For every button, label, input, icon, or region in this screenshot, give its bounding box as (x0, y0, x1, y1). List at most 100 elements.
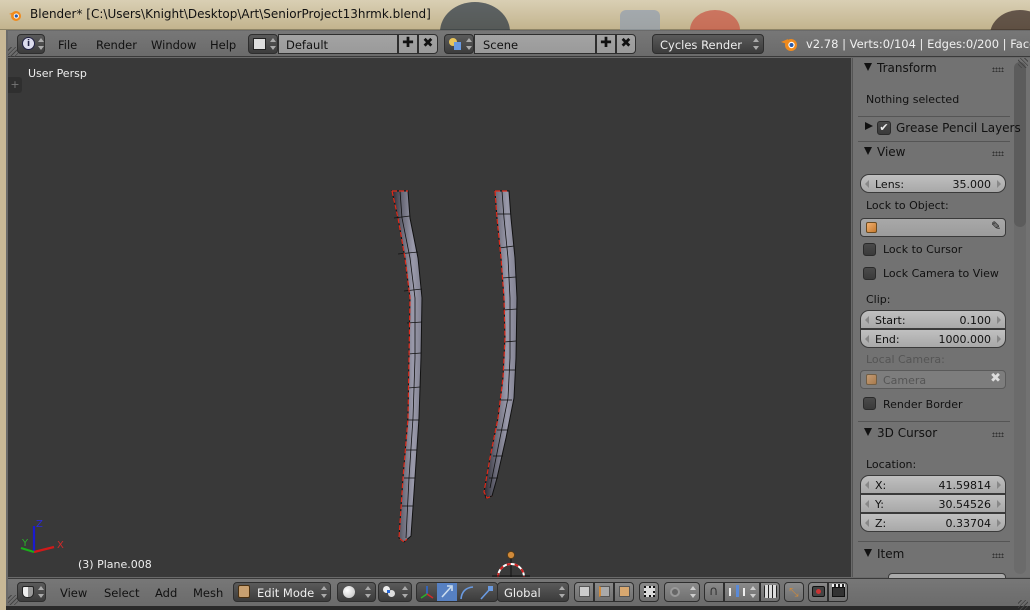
add-screen-button[interactable]: ✚ (398, 34, 418, 54)
panel-header-view[interactable]: View (856, 145, 1010, 167)
increment-arrow-icon[interactable] (997, 335, 1001, 343)
scene-name-field[interactable]: Scene (474, 34, 596, 54)
3d-viewport[interactable]: User Persp + Z X Y (3) Plane.008 (8, 58, 851, 577)
edge-select-icon (599, 586, 610, 597)
panel-divider (858, 141, 1010, 142)
vertex-select-button[interactable] (574, 582, 594, 602)
panel-header-3d-cursor[interactable]: 3D Cursor (856, 426, 1010, 448)
3d-cursor-icon[interactable] (492, 551, 530, 578)
remove-screen-button[interactable]: ✖ (418, 34, 438, 54)
face-select-icon (619, 586, 630, 597)
eyedropper-icon[interactable]: ✎ (991, 219, 1001, 233)
menu-select[interactable]: Select (104, 586, 139, 600)
limit-selection-visible-button[interactable] (639, 582, 659, 602)
scale-manipulator-icon[interactable] (478, 584, 496, 600)
opengl-render-animation-button[interactable] (828, 582, 848, 602)
editor-type-selector[interactable]: i (17, 34, 45, 54)
collapse-triangle-icon (864, 428, 872, 436)
lens-field[interactable]: Lens: 35.000 (860, 174, 1006, 193)
clapperboard-icon (832, 584, 845, 597)
cursor-z-field[interactable]: Z: 0.33704 (860, 513, 1006, 532)
transform-orientation-selector[interactable]: Global (497, 582, 569, 602)
scene-selector[interactable] (444, 34, 474, 54)
checkmark-icon: ✔ (879, 121, 889, 134)
menu-file[interactable]: File (58, 38, 77, 52)
object-cube-icon (866, 222, 877, 233)
area-split-handle[interactable] (1018, 600, 1028, 610)
lock-camera-to-view-label: Lock Camera to View (883, 267, 999, 280)
dropdown-arrows-icon (402, 586, 408, 598)
screen-layout-selector[interactable] (248, 34, 278, 54)
render-border-checkbox[interactable] (863, 397, 876, 410)
clip-start-field[interactable]: Start: 0.100 (860, 310, 1006, 329)
decrement-arrow-icon[interactable] (865, 316, 869, 324)
dropdown-arrows-icon (750, 586, 756, 598)
window-bottom-border (6, 606, 1030, 610)
increment-arrow-icon[interactable] (997, 519, 1001, 527)
menu-view[interactable]: View (60, 586, 87, 600)
snap-toggle-button[interactable]: ∩ (704, 582, 724, 602)
mode-selector[interactable]: Edit Mode (233, 582, 331, 602)
clear-field-icon[interactable]: ✖ (990, 371, 1001, 386)
increment-arrow-icon[interactable] (997, 316, 1001, 324)
decrement-arrow-icon[interactable] (865, 180, 869, 188)
render-engine-selector[interactable]: Cycles Render (652, 34, 764, 54)
proportional-editing-selector[interactable] (664, 582, 700, 602)
decrement-arrow-icon[interactable] (865, 519, 869, 527)
opengl-render-settings-button[interactable]: ⤡ (784, 582, 804, 602)
screen-layout-name-field[interactable]: Default (278, 34, 398, 54)
remove-scene-button[interactable]: ✖ (616, 34, 636, 54)
increment-arrow-icon[interactable] (997, 481, 1001, 489)
close-icon: ✖ (620, 36, 632, 51)
opengl-render-image-button[interactable] (808, 582, 828, 602)
axis-z-label: Z (36, 519, 43, 530)
increment-arrow-icon[interactable] (997, 180, 1001, 188)
drag-grip-icon[interactable] (992, 432, 1004, 437)
local-camera-field[interactable]: Camera ✖ (860, 370, 1006, 389)
menu-add[interactable]: Add (155, 586, 177, 600)
lock-to-cursor-checkbox[interactable] (863, 243, 876, 256)
clip-end-field[interactable]: End: 1000.000 (860, 329, 1006, 348)
mesh-strand-left[interactable] (391, 190, 423, 543)
drag-grip-icon[interactable] (992, 67, 1004, 72)
drag-grip-icon[interactable] (992, 151, 1004, 156)
dropdown-arrows-icon (753, 38, 759, 50)
editor-type-selector-3d[interactable] (17, 582, 46, 602)
snap-increment-icon (729, 585, 745, 597)
collapse-triangle-icon (864, 549, 872, 557)
panel-divider (858, 421, 1010, 422)
menu-render[interactable]: Render (96, 38, 137, 52)
decrement-arrow-icon[interactable] (865, 500, 869, 508)
snap-target-button[interactable] (760, 582, 780, 602)
menu-mesh[interactable]: Mesh (193, 586, 223, 600)
decrement-arrow-icon[interactable] (865, 481, 869, 489)
increment-arrow-icon[interactable] (997, 500, 1001, 508)
add-scene-button[interactable]: ✚ (596, 34, 616, 54)
manipulator-toggle-icon[interactable] (418, 584, 436, 600)
region-resize-handle[interactable] (1018, 58, 1028, 68)
dropdown-arrows-icon (690, 586, 696, 598)
translate-manipulator-button[interactable] (437, 583, 457, 601)
panel-scrollbar[interactable] (1014, 62, 1026, 227)
menu-help[interactable]: Help (210, 38, 236, 52)
panel-header-transform[interactable]: Transform (856, 61, 1010, 83)
cursor-x-field[interactable]: X: 41.59814 (860, 475, 1006, 494)
rotate-manipulator-icon[interactable] (458, 584, 476, 600)
info-icon: i (22, 37, 35, 50)
drag-grip-icon[interactable] (992, 553, 1004, 558)
panel-header-item[interactable]: Item (856, 547, 1010, 569)
lock-to-object-field[interactable]: ✎ (860, 218, 1006, 237)
lock-camera-to-view-checkbox[interactable] (863, 267, 876, 280)
grease-pencil-checkbox[interactable]: ✔ (877, 121, 891, 135)
edge-select-button[interactable] (594, 582, 614, 602)
pivot-point-selector[interactable] (378, 582, 412, 602)
face-select-button[interactable] (614, 582, 634, 602)
3d-view-icon (22, 586, 34, 598)
menu-window[interactable]: Window (151, 38, 196, 52)
mesh-strand-right[interactable] (483, 190, 518, 499)
cursor-y-field[interactable]: Y: 30.54526 (860, 494, 1006, 513)
panel-divider (858, 116, 1010, 117)
snap-element-selector[interactable] (724, 582, 760, 602)
decrement-arrow-icon[interactable] (865, 335, 869, 343)
viewport-shading-selector[interactable] (337, 582, 376, 602)
